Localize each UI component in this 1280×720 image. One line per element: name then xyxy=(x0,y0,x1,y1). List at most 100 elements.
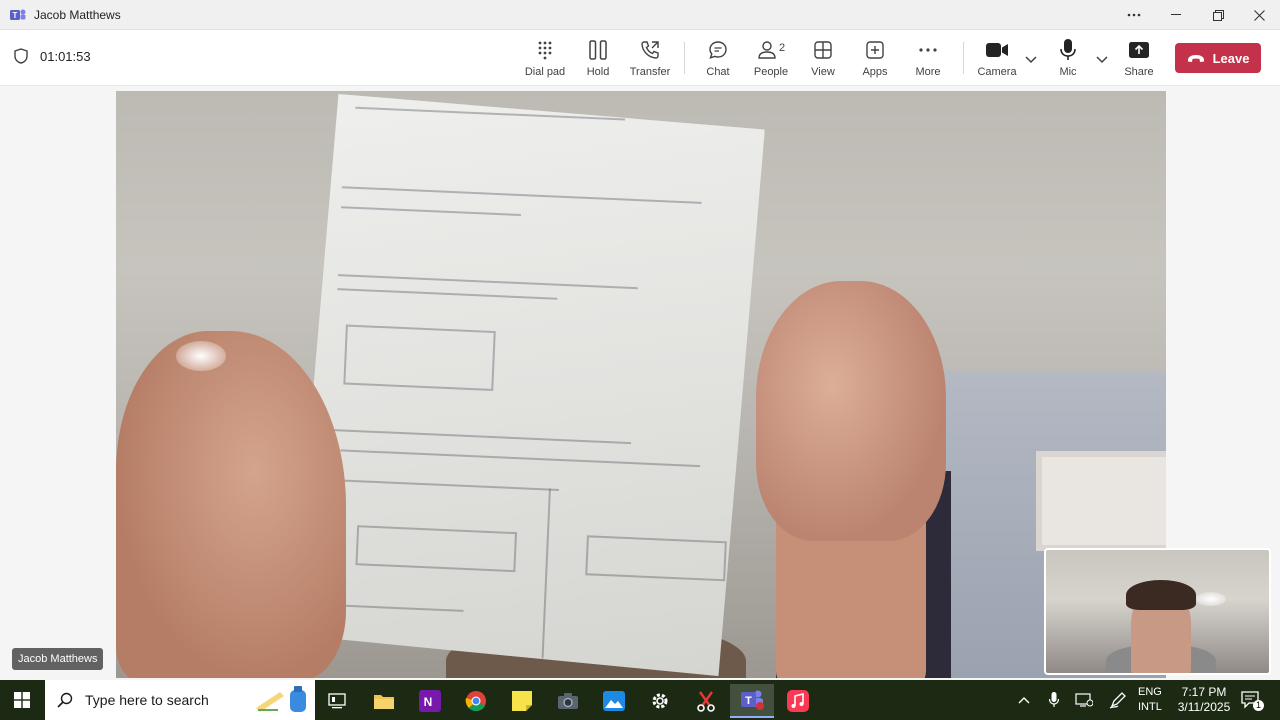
call-timer: 01:01:53 xyxy=(14,48,91,64)
mic-label: Mic xyxy=(1059,66,1077,78)
leave-button[interactable]: Leave xyxy=(1175,43,1261,73)
teams-icon: T xyxy=(10,9,26,20)
self-view-video[interactable] xyxy=(1044,548,1271,675)
camera-button[interactable]: Camera xyxy=(976,38,1018,80)
teams-icon: T xyxy=(741,690,764,710)
call-stage: Jacob Matthews xyxy=(0,86,1280,680)
self-hair xyxy=(1126,580,1196,610)
camera-app-button[interactable] xyxy=(546,684,590,718)
people-button[interactable]: 2 People xyxy=(752,38,790,80)
notification-count: 1 xyxy=(1253,700,1265,711)
more-options-button[interactable] xyxy=(1116,4,1152,26)
transfer-button[interactable]: Transfer xyxy=(630,38,670,80)
language-code: ENG xyxy=(1138,686,1162,698)
task-view-icon xyxy=(328,693,346,709)
apps-button[interactable]: Apps xyxy=(860,38,890,80)
minimize-icon xyxy=(1171,14,1181,15)
sticky-notes-icon xyxy=(512,691,532,711)
toolbar-divider xyxy=(963,42,964,74)
chrome-icon xyxy=(465,691,486,712)
participant-name-tag: Jacob Matthews xyxy=(12,648,104,670)
remote-video[interactable] xyxy=(116,91,1166,678)
call-toolbar: 01:01:53 Dial pad Hold Transfer Chat 2 P… xyxy=(0,30,1280,86)
view-label: View xyxy=(811,66,835,78)
search-highlight-icon xyxy=(256,686,306,712)
minimize-button[interactable] xyxy=(1158,4,1194,26)
music-icon xyxy=(787,690,809,712)
title-bar: T Jacob Matthews xyxy=(0,0,1280,30)
onenote-icon: N xyxy=(419,690,441,712)
chrome-button[interactable] xyxy=(454,684,498,718)
apps-label: Apps xyxy=(862,66,888,78)
network-tray-button[interactable] xyxy=(1072,680,1096,720)
ellipsis-icon xyxy=(919,48,937,52)
dial-pad-icon xyxy=(538,41,552,60)
leave-label: Leave xyxy=(1212,50,1250,66)
hold-button[interactable]: Hold xyxy=(583,38,613,80)
clock-date: 3/11/2025 xyxy=(1177,700,1231,714)
music-button[interactable] xyxy=(776,684,820,718)
chevron-up-icon xyxy=(1018,697,1030,704)
ellipsis-icon xyxy=(1127,13,1141,17)
held-worksheet xyxy=(291,93,765,677)
ceiling-light xyxy=(1196,592,1226,606)
pen-tray-button[interactable] xyxy=(1106,680,1130,720)
close-icon xyxy=(1253,9,1265,21)
add-app-icon xyxy=(866,41,884,59)
network-icon xyxy=(1075,693,1093,707)
taskbar-clock[interactable]: 7:17 PM 3/11/2025 xyxy=(1176,685,1232,715)
left-hand xyxy=(116,331,346,678)
photos-button[interactable] xyxy=(592,684,636,718)
more-button[interactable]: More xyxy=(912,38,944,80)
transfer-phone-icon xyxy=(641,41,659,59)
transfer-label: Transfer xyxy=(629,66,671,78)
hang-up-icon xyxy=(1187,54,1204,62)
svg-text:T: T xyxy=(745,695,752,707)
pen-icon xyxy=(1109,692,1126,709)
snipping-icon xyxy=(697,691,715,712)
toolbar-divider xyxy=(684,42,685,74)
snipping-tool-button[interactable] xyxy=(684,684,728,718)
view-button[interactable]: View xyxy=(808,38,838,80)
share-label: Share xyxy=(1124,66,1154,78)
restore-button[interactable] xyxy=(1200,4,1236,26)
photos-icon xyxy=(603,691,625,711)
close-button[interactable] xyxy=(1241,4,1277,26)
chat-icon xyxy=(709,41,727,59)
task-view-button[interactable] xyxy=(315,684,359,718)
windows-logo-icon xyxy=(14,692,30,708)
participant-name: Jacob Matthews xyxy=(18,653,98,665)
show-hidden-icons-button[interactable] xyxy=(1012,680,1036,720)
search-placeholder: Type here to search xyxy=(85,692,209,708)
restore-icon xyxy=(1212,9,1224,21)
more-label: More xyxy=(915,66,941,78)
teams-taskbar-button[interactable]: T xyxy=(730,684,774,718)
folder-icon xyxy=(374,695,394,709)
chat-button[interactable]: Chat xyxy=(702,38,734,80)
windows-taskbar: Type here to search N T ENG INTL 7:17 PM… xyxy=(0,680,1280,720)
hold-label: Hold xyxy=(586,66,610,78)
dial-pad-label: Dial pad xyxy=(524,66,566,78)
settings-button[interactable] xyxy=(638,684,682,718)
background-board xyxy=(1036,451,1166,551)
file-explorer-button[interactable] xyxy=(362,684,406,718)
microphone-tray-button[interactable] xyxy=(1042,680,1066,720)
camera-label: Camera xyxy=(977,66,1017,78)
mic-options-chevron-icon[interactable] xyxy=(1095,54,1109,64)
mic-button[interactable]: Mic xyxy=(1056,38,1080,80)
camera-options-chevron-icon[interactable] xyxy=(1024,54,1038,64)
search-icon xyxy=(57,692,73,708)
taskbar-search-box[interactable]: Type here to search xyxy=(45,680,315,720)
right-hand xyxy=(756,281,946,541)
start-button[interactable] xyxy=(0,680,44,720)
notification-center-button[interactable]: 1 xyxy=(1238,680,1265,720)
share-button[interactable]: Share xyxy=(1122,38,1156,80)
dial-pad-button[interactable]: Dial pad xyxy=(524,38,566,80)
onenote-button[interactable]: N xyxy=(408,684,452,718)
sticky-notes-button[interactable] xyxy=(500,684,544,718)
svg-text:T: T xyxy=(13,11,18,20)
input-language-indicator[interactable]: ENG INTL xyxy=(1138,685,1162,715)
gear-icon xyxy=(652,693,668,709)
svg-text:N: N xyxy=(424,695,433,709)
microphone-icon xyxy=(1060,39,1076,60)
